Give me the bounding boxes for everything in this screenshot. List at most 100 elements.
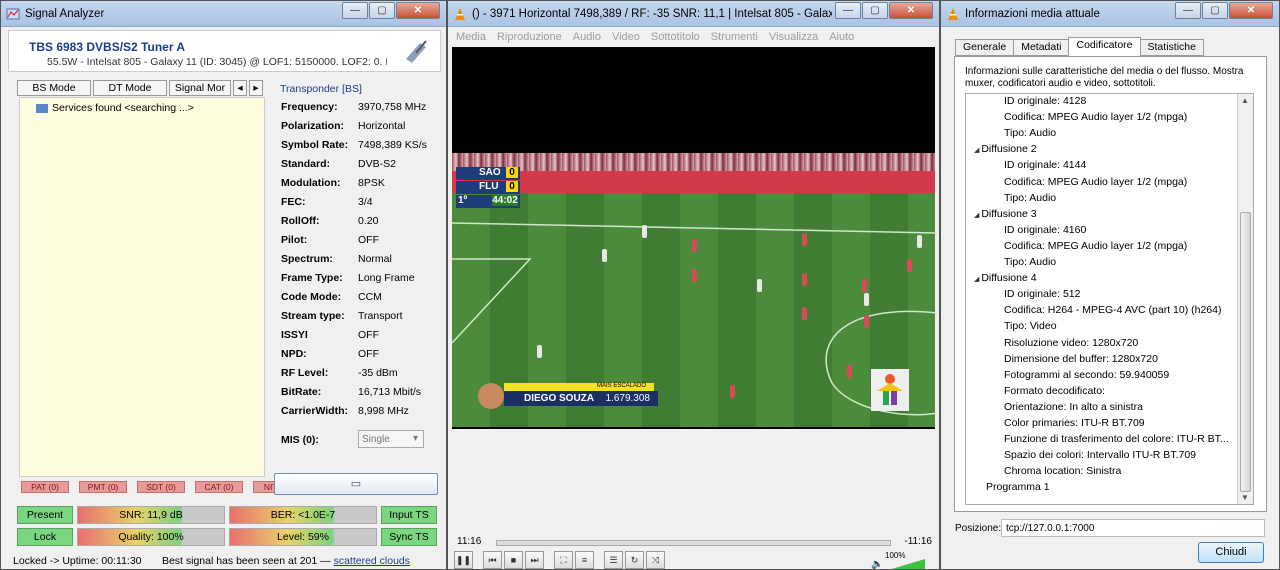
- pmt-badge: PMT (0): [79, 481, 127, 493]
- maximize-button[interactable]: ▢: [369, 2, 395, 19]
- tree-leaf[interactable]: Codifica: MPEG Audio layer 1/2 (mpga): [1004, 111, 1187, 123]
- tree-leaf[interactable]: Tipo: Audio: [1004, 192, 1056, 204]
- minimize-button[interactable]: —: [342, 2, 368, 19]
- tree-leaf[interactable]: Fotogrammi al secondo: 59.940059: [1004, 369, 1169, 381]
- next-icon[interactable]: ⏭: [525, 551, 544, 569]
- menu-playback[interactable]: Riproduzione: [497, 27, 562, 47]
- vlc-maximize-button[interactable]: ▢: [862, 2, 888, 19]
- extended-settings-icon[interactable]: ≡: [575, 551, 594, 569]
- tree-leaf[interactable]: ID originale: 4160: [1004, 224, 1086, 236]
- tab-dt-mode[interactable]: DT Mode: [93, 80, 167, 96]
- menu-audio[interactable]: Audio: [573, 27, 601, 47]
- tree-leaf[interactable]: ID originale: 512: [1004, 288, 1080, 300]
- tree-leaf[interactable]: Spazio dei colori: Intervallo ITU-R BT.7…: [1004, 449, 1196, 461]
- param-label: NPD:: [281, 348, 307, 360]
- shuffle-icon[interactable]: ⤨: [646, 551, 665, 569]
- best-signal-text: Best signal has been seen at 201: [161, 555, 318, 567]
- tree-node[interactable]: Programma 1: [986, 481, 1050, 493]
- param-row: Pilot: OFF: [281, 234, 379, 246]
- tree-text: Spazio dei colori: Intervallo ITU-R BT.7…: [1004, 449, 1196, 462]
- previous-icon[interactable]: ⏮: [483, 551, 502, 569]
- vlc-close-button[interactable]: ✕: [889, 2, 933, 19]
- tree-leaf[interactable]: Tipo: Audio: [1004, 256, 1056, 268]
- volume-slider[interactable]: 🔈 100%: [871, 551, 927, 569]
- scroll-thumb[interactable]: [1240, 212, 1251, 492]
- tree-leaf[interactable]: Chroma location: Sinistra: [1004, 465, 1121, 477]
- tree-text: ID originale: 4144: [1004, 159, 1087, 172]
- tree-text: Risoluzione video: 1280x720: [1004, 336, 1139, 349]
- services-tree[interactable]: Services found <searching ...>: [19, 97, 265, 477]
- param-value: DVB-S2: [358, 158, 396, 170]
- menu-tools[interactable]: Strumenti: [711, 27, 758, 47]
- tree-leaf[interactable]: ID originale: 4144: [1004, 159, 1086, 171]
- param-label: Symbol Rate:: [281, 139, 349, 151]
- codec-tree[interactable]: ID originale: 4128 Codifica: MPEG Audio l…: [965, 93, 1254, 505]
- tab-statistiche[interactable]: Statistiche: [1139, 39, 1204, 56]
- param-value: CCM: [358, 291, 382, 303]
- weather-link[interactable]: scattered clouds: [334, 555, 410, 567]
- tree-node-services[interactable]: Services found <searching ...>: [36, 102, 194, 114]
- info-maximize-button[interactable]: ▢: [1202, 2, 1228, 19]
- player-avatar: [478, 383, 504, 409]
- scroll-up-icon[interactable]: ▲: [1241, 96, 1249, 105]
- stop-icon[interactable]: ■: [504, 551, 523, 569]
- video-area[interactable]: SAO 0 FLU 0 1º 44:02 MAIS ESCALADO DIEGO SO…: [452, 47, 937, 429]
- tree-leaf[interactable]: Codifica: MPEG Audio layer 1/2 (mpga): [1004, 176, 1187, 188]
- tree-leaf[interactable]: ID originale: 4128: [1004, 95, 1086, 107]
- tab-scroll-left-icon[interactable]: ◂: [233, 80, 247, 96]
- title-bar[interactable]: Signal Analyzer — ▢ ✕: [1, 1, 446, 27]
- tree-leaf[interactable]: Orientazione: In alto a sinistra: [1004, 401, 1143, 413]
- tree-leaf[interactable]: Formato decodificato:: [1004, 385, 1105, 397]
- chiudi-button[interactable]: Chiudi: [1198, 542, 1264, 563]
- fullscreen-icon[interactable]: ⛶: [554, 551, 573, 569]
- position-field[interactable]: tcp://127.0.0.1:7000: [1001, 519, 1265, 537]
- info-minimize-button[interactable]: —: [1175, 2, 1201, 19]
- tree-node[interactable]: ◢ Diffusione 4: [974, 272, 1037, 284]
- tree-scrollbar[interactable]: ▲ ▼: [1237, 94, 1253, 504]
- tree-leaf[interactable]: Dimensione del buffer: 1280x720: [1004, 353, 1158, 365]
- tab-metadati[interactable]: Metadati: [1013, 39, 1070, 56]
- tree-leaf[interactable]: Tipo: Video: [1004, 320, 1057, 332]
- param-value: 7498,389 KS/s: [358, 139, 427, 151]
- tree-text: Tipo: Audio: [1004, 127, 1057, 140]
- time-elapsed: 11:16: [457, 536, 482, 547]
- playlist-icon[interactable]: ☰: [604, 551, 623, 569]
- tree-leaf[interactable]: Tipo: Audio: [1004, 127, 1056, 139]
- menu-media[interactable]: Media: [456, 27, 486, 47]
- tab-signal-monitor[interactable]: Signal Mor: [169, 80, 231, 96]
- menu-video[interactable]: Video: [612, 27, 640, 47]
- tree-leaf[interactable]: Risoluzione video: 1280x720: [1004, 337, 1138, 349]
- tree-leaf[interactable]: Codifica: H264 - MPEG-4 AVC (part 10) (h…: [1004, 304, 1221, 316]
- menu-view[interactable]: Visualizza: [769, 27, 818, 47]
- mis-select[interactable]: Single: [358, 430, 424, 448]
- menu-subtitle[interactable]: Sottotitolo: [651, 27, 700, 47]
- tree-leaf[interactable]: Codifica: MPEG Audio layer 1/2 (mpga): [1004, 240, 1187, 252]
- tree-text: Formato decodificato:: [1004, 384, 1105, 397]
- info-close-button[interactable]: ✕: [1229, 2, 1273, 19]
- info-title-bar[interactable]: Informazioni media attuale — ▢ ✕: [941, 1, 1279, 27]
- tab-codificatore[interactable]: Codificatore: [1068, 37, 1141, 56]
- tree-text: Diffusione 3: [981, 207, 1037, 220]
- tab-scroll-right-icon[interactable]: ▸: [249, 80, 263, 96]
- tab-generale[interactable]: Generale: [955, 39, 1015, 56]
- tree-text: Orientazione: In alto a sinistra: [1004, 400, 1143, 413]
- tree-node[interactable]: ◢ Diffusione 2: [974, 143, 1037, 155]
- monitor-button[interactable]: ▭: [274, 473, 438, 495]
- pause-icon[interactable]: ❚❚: [454, 551, 473, 569]
- close-button[interactable]: ✕: [396, 2, 440, 19]
- vlc-minimize-button[interactable]: —: [835, 2, 861, 19]
- vlc-window: () - 3971 Horizontal 7498,389 / RF: -35 …: [447, 0, 940, 570]
- tree-node[interactable]: ◢ Diffusione 3: [974, 208, 1037, 220]
- tree-text: Funzione di trasferimento del colore: IT…: [1004, 433, 1229, 446]
- scroll-down-icon[interactable]: ▼: [1241, 493, 1249, 502]
- tree-leaf[interactable]: Color primaries: ITU-R BT.709: [1004, 417, 1145, 429]
- seek-bar[interactable]: [496, 540, 891, 546]
- tree-leaf[interactable]: Funzione di trasferimento del colore: IT…: [1004, 433, 1229, 445]
- menu-help[interactable]: Aiuto: [829, 27, 854, 47]
- vlc-title-bar[interactable]: () - 3971 Horizontal 7498,389 / RF: -35 …: [448, 1, 939, 27]
- param-row: Standard: DVB-S2: [281, 158, 396, 170]
- param-row: Code Mode: CCM: [281, 291, 382, 303]
- window-icon: ▭: [350, 478, 362, 490]
- tab-bs-mode[interactable]: BS Mode: [17, 80, 91, 96]
- loop-icon[interactable]: ↻: [625, 551, 644, 569]
